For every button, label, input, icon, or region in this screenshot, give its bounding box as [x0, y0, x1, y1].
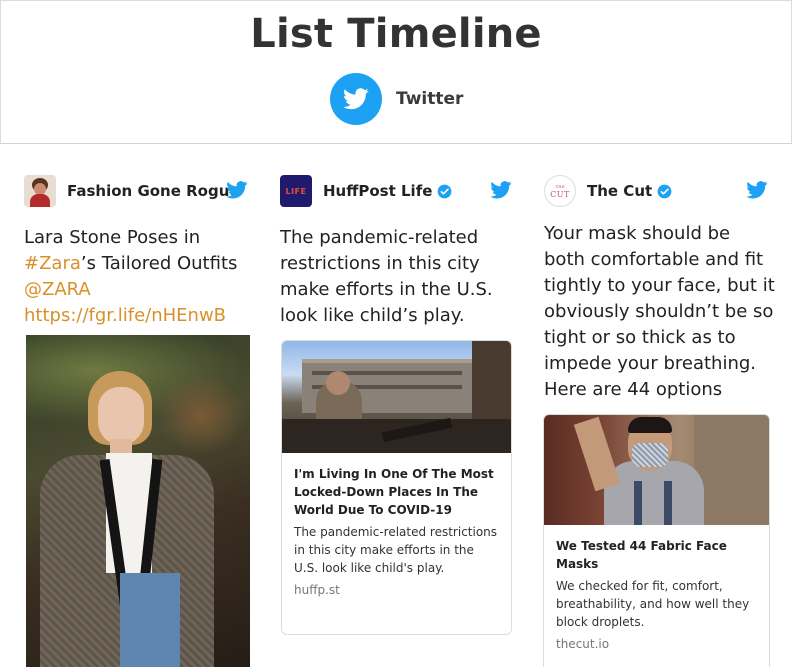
tweet-text-part: Lara Stone Poses in [24, 227, 201, 248]
avatar-logo-text: CUT [550, 190, 570, 199]
avatar-logo-text: LIFE [285, 186, 307, 196]
tweet-card-the-cut[interactable]: THE CUT The Cut Your mask should be both… [536, 143, 776, 667]
tweet-author[interactable]: LIFE HuffPost Life [280, 175, 512, 207]
author-name[interactable]: HuffPost Life [323, 182, 432, 200]
author-avatar[interactable] [24, 175, 56, 207]
author-avatar[interactable]: THE CUT [544, 175, 576, 207]
page-title: List Timeline [250, 11, 542, 57]
twitter-logo-icon [330, 73, 382, 125]
author-name[interactable]: The Cut [587, 182, 652, 200]
author-avatar[interactable]: LIFE [280, 175, 312, 207]
verified-badge-icon [438, 184, 452, 198]
link-preview-domain[interactable]: huffp.st [294, 583, 499, 597]
link-preview-image [544, 415, 769, 525]
link-preview-domain[interactable]: thecut.io [556, 637, 757, 651]
hashtag-link[interactable]: #Zara [24, 253, 81, 274]
author-name[interactable]: Fashion Gone Rogue [67, 182, 240, 200]
tweet-text: Your mask should be both comfortable and… [544, 223, 775, 400]
feed-source[interactable]: Twitter [330, 73, 463, 125]
tweet-card-huffpost-life[interactable]: LIFE HuffPost Life The pandemic-related … [272, 143, 520, 667]
tweet-card-fashion-gone-rogue[interactable]: Fashion Gone Rogue Lara Stone Poses in #… [16, 143, 256, 667]
widget-header: List Timeline Twitter [0, 0, 792, 144]
tweet-author[interactable]: Fashion Gone Rogue [24, 175, 248, 207]
link-preview-title[interactable]: We Tested 44 Fabric Face Masks [556, 537, 757, 573]
link-preview-title[interactable]: I'm Living In One Of The Most Locked-Dow… [294, 465, 499, 519]
url-link[interactable]: https://fgr.life/nHEnwB [24, 305, 226, 326]
tweet-photo[interactable] [26, 335, 250, 667]
link-preview-image [282, 341, 511, 453]
tweet-text-part: ’s Tailored Outfits [80, 253, 238, 274]
link-preview-card[interactable]: I'm Living In One Of The Most Locked-Dow… [281, 340, 512, 635]
source-label: Twitter [396, 89, 464, 109]
link-preview-card[interactable]: We Tested 44 Fabric Face Masks We checke… [543, 414, 770, 667]
link-preview-description: We checked for fit, comfort, breathabili… [556, 579, 750, 629]
tweet-author[interactable]: THE CUT The Cut [544, 175, 768, 207]
tweet-text: The pandemic-related restrictions in thi… [280, 227, 493, 326]
twitter-bird-icon[interactable] [226, 181, 248, 199]
mention-link[interactable]: @ZARA [24, 279, 91, 300]
tweet-text: Lara Stone Poses in #Zara’s Tailored Out… [24, 225, 256, 329]
twitter-bird-icon[interactable] [490, 181, 512, 199]
twitter-bird-icon[interactable] [746, 181, 768, 199]
verified-badge-icon [657, 184, 672, 198]
link-preview-description: The pandemic-related restrictions in thi… [294, 525, 498, 575]
